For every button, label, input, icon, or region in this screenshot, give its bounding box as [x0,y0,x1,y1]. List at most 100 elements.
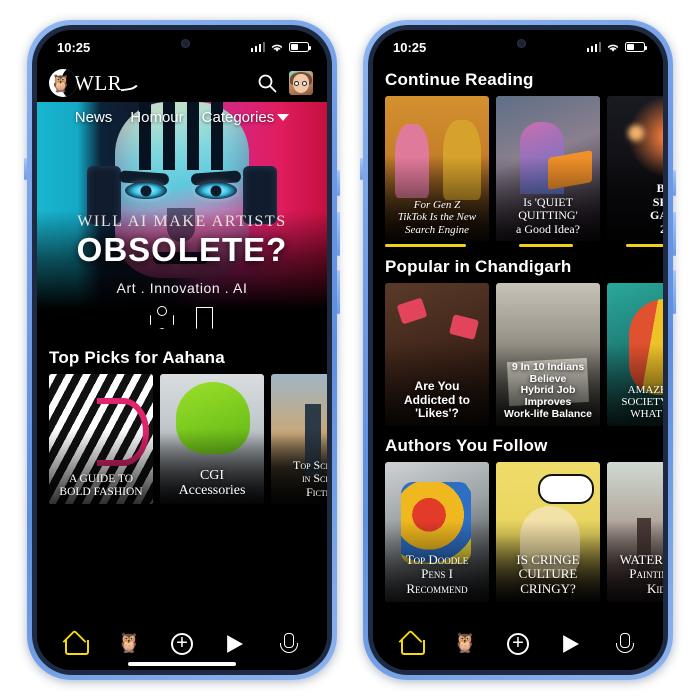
plus-circle-icon[interactable] [505,631,531,657]
tab-categories-label: Categories [201,108,275,126]
play-icon[interactable] [222,631,248,657]
owl-in-moon-icon: 🦉 [49,69,77,97]
card-caption: A GUIDE TO BOLD FASHION [59,473,143,499]
card-rail[interactable]: For Gen Z TikTok Is the New Search Engin… [373,96,663,247]
phone-left-mute-switch[interactable] [24,158,27,180]
list-item[interactable]: 9 In 10 Indians Believe Hybrid Job Impro… [496,282,600,426]
section-title: Top Picks for Aahana [49,348,225,367]
phone-right-screen: 10:25 Continue Reading For Gen Z TikTok … [373,30,663,670]
phone-right-volume-up[interactable] [673,170,676,196]
logo-swoosh [119,74,142,92]
phone-right-power[interactable] [673,270,676,314]
card-caption: BEST SPACE GAMES 2023 [649,181,663,236]
phone-right-mute-switch[interactable] [360,158,363,180]
home-icon[interactable] [399,631,425,657]
status-time: 10:25 [393,39,427,55]
list-item[interactable]: Is 'QUIET QUITTING' a Good Idea? [496,96,600,241]
hero-kicker: WILL AI MAKE ARTISTS [77,213,287,231]
phone-right: 10:25 Continue Reading For Gen Z TikTok … [360,20,676,680]
tab-categories[interactable]: Categories [202,109,290,126]
section-title: Authors You Follow [385,435,548,455]
reader-book-icon[interactable] [150,306,172,330]
battery-icon [625,42,647,52]
phone-right-bezel: 10:25 Continue Reading For Gen Z TikTok … [368,25,668,675]
status-time: 10:25 [57,39,91,55]
card-caption: Is 'QUIET QUITTING' a Good Idea? [516,194,580,236]
home-icon[interactable] [63,631,89,657]
list-item[interactable]: WATERCOLO Painting fo Kids [607,461,663,602]
notch [130,30,234,56]
reading-progress-bar [518,244,573,247]
list-item[interactable]: AMAZED AT SOCIETY WE L WHAT CAN [607,282,663,426]
hero-title: OBSOLETE? [76,231,288,269]
front-camera-icon [516,38,526,48]
list-item[interactable]: CGI Accessories [160,374,264,504]
section-authors-you-follow: Authors You Follow Top Doodle Pens I Rec… [373,425,663,602]
card-rail[interactable]: Top Doodle Pens I Recommend IS CRINGE CU… [373,461,663,602]
phone-left-power[interactable] [337,270,340,314]
list-item[interactable]: Are You Addicted to 'Likes'? [385,282,489,426]
wifi-icon [607,44,619,52]
signal-icon [250,42,265,52]
battery-icon [289,42,311,52]
microphone-icon[interactable] [275,631,301,657]
phone-right-volume-down[interactable] [673,212,676,256]
app-logo-text: WLR [74,70,123,95]
avatar[interactable] [289,71,313,95]
front-camera-icon [180,38,190,48]
reading-progress-bar [625,244,663,247]
card-caption: CGI Accessories [178,467,246,499]
list-item[interactable]: Top Sci-fi Ci in Scienc Fiction [271,374,327,504]
card-caption: AMAZED AT SOCIETY WE L WHAT CAN [621,383,663,421]
section-top-picks: Top Picks for Aahana A GUIDE TO BOLD FAS… [37,338,327,504]
section-title: Continue Reading [385,70,534,89]
category-nav: News Homour Categories [37,102,327,132]
card-caption: For Gen Z TikTok Is the New Search Engin… [397,199,477,236]
reading-progress-bar [385,244,467,247]
notch [466,30,570,56]
list-item[interactable]: IS CRINGE CULTURE CRINGY? [496,461,600,602]
phone-left: 10:25 🦉 WLR News Homour Categories WILL … [24,20,340,680]
phone-left-volume-up[interactable] [337,170,340,196]
microphone-icon[interactable] [611,631,637,657]
wifi-icon [271,44,283,52]
list-item[interactable]: Top Doodle Pens I Recommend [385,461,489,602]
section-title: Popular in Chandigarh [385,256,572,276]
plus-circle-icon[interactable] [169,631,195,657]
home-indicator[interactable] [128,662,236,666]
card-caption: IS CRINGE CULTURE CRINGY? [516,551,580,596]
card-caption: 9 In 10 Indians Believe Hybrid Job Impro… [504,360,592,420]
card-caption: WATERCOLO Painting fo Kids [619,551,663,596]
chevron-down-icon [277,114,290,122]
app-body-right: Continue Reading For Gen Z TikTok Is the… [373,64,663,670]
app-body-left: 🦉 WLR News Homour Categories WILL AI MAK… [37,64,327,670]
bookmark-icon[interactable] [192,306,214,330]
dual-phone-mockup: 10:25 🦉 WLR News Homour Categories WILL … [0,0,700,700]
phone-left-volume-down[interactable] [337,212,340,256]
bottom-nav-right: 🦉 [373,624,663,670]
play-icon[interactable] [558,631,584,657]
tab-news[interactable]: News [75,109,113,126]
app-logo[interactable]: 🦉 WLR [49,69,142,97]
app-bar: 🦉 WLR [37,64,327,102]
hero-copy: WILL AI MAKE ARTISTS OBSOLETE? Art . Inn… [37,213,327,330]
owl-icon[interactable]: 🦉 [452,631,478,657]
phone-left-bezel: 10:25 🦉 WLR News Homour Categories WILL … [32,25,332,675]
card-caption: Top Doodle Pens I Recommend [405,551,469,596]
phone-left-screen: 10:25 🦉 WLR News Homour Categories WILL … [37,30,327,670]
tab-homour[interactable]: Homour [130,109,183,126]
section-continue-reading: Continue Reading For Gen Z TikTok Is the… [373,64,663,247]
search-icon[interactable] [257,73,277,93]
card-rail[interactable]: Are You Addicted to 'Likes'? 9 In 10 Ind… [373,282,663,426]
hero-article-card[interactable]: WILL AI MAKE ARTISTS OBSOLETE? Art . Inn… [37,102,327,338]
owl-icon[interactable]: 🦉 [116,631,142,657]
section-popular-chandigarh: Popular in Chandigarh Are You Addicted t… [373,246,663,426]
list-item[interactable]: For Gen Z TikTok Is the New Search Engin… [385,96,489,241]
signal-icon [586,42,601,52]
list-item[interactable]: BEST SPACE GAMES 2023 [607,96,663,241]
hero-tags: Art . Innovation . AI [116,280,248,296]
card-rail[interactable]: A GUIDE TO BOLD FASHION CGI Accessories [37,374,327,504]
list-item[interactable]: A GUIDE TO BOLD FASHION [49,374,153,504]
card-caption: Are You Addicted to 'Likes'? [404,379,470,421]
card-caption: Top Sci-fi Ci in Scienc Fiction [292,457,327,499]
